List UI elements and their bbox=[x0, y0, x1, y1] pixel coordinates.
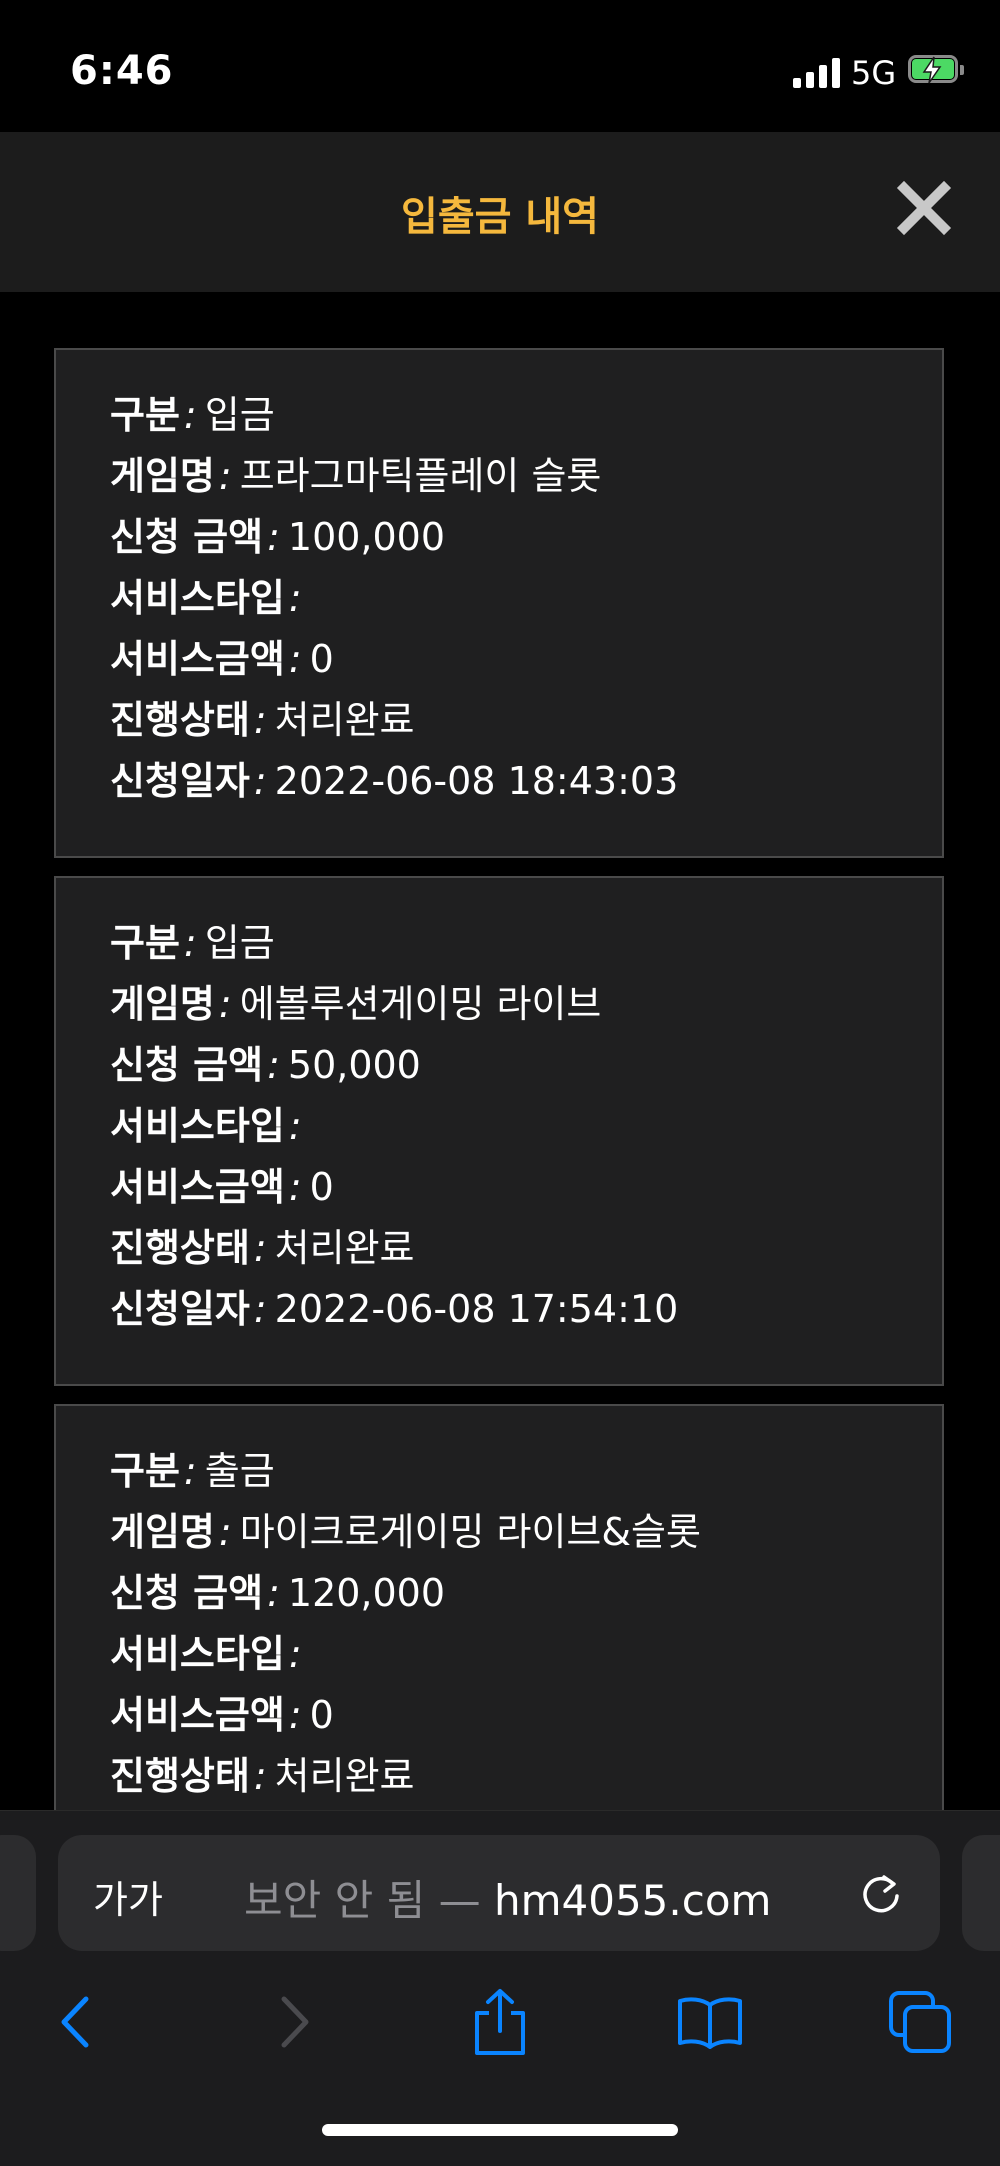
signal-icon bbox=[793, 56, 841, 88]
type-label: 구분 bbox=[110, 393, 180, 437]
battery-icon bbox=[908, 55, 964, 87]
network-type: 5G bbox=[851, 54, 897, 92]
reload-icon[interactable] bbox=[858, 1871, 904, 1917]
service-amount-value: 0 bbox=[309, 1693, 334, 1737]
status-row: 진행상태: 처리완료 bbox=[110, 1226, 415, 1270]
date-value: 2022-06-08 17:54:10 bbox=[274, 1287, 679, 1331]
status-row: 진행상태: 처리완료 bbox=[110, 698, 415, 742]
next-tab-preview[interactable] bbox=[962, 1835, 1000, 1951]
service-amount-label: 서비스금액 bbox=[110, 1165, 285, 1209]
bookmarks-icon[interactable] bbox=[675, 1987, 745, 2057]
share-icon[interactable] bbox=[465, 1987, 535, 2057]
close-icon bbox=[896, 180, 952, 236]
date-label: 신청일자 bbox=[110, 759, 250, 803]
status-label: 진행상태 bbox=[110, 1754, 250, 1798]
status-value: 처리완료 bbox=[274, 1226, 415, 1270]
domain-text: hm4055.com bbox=[493, 1876, 772, 1925]
amount-value: 100,000 bbox=[287, 515, 446, 559]
transaction-card: 구분: 출금 게임명: 마이크로게이밍 라이브&슬롯 신청 금액:120,000 서… bbox=[54, 1404, 944, 1810]
text-size-button[interactable]: 가가 bbox=[93, 1869, 163, 1924]
status-time: 6:46 bbox=[70, 48, 174, 94]
game-row: 게임명: 마이크로게이밍 라이브&슬롯 bbox=[110, 1510, 701, 1554]
service-amount-value: 0 bbox=[309, 1165, 334, 1209]
type-row: 구분: 출금 bbox=[110, 1449, 275, 1493]
amount-row: 신청 금액:120,000 bbox=[110, 1571, 446, 1615]
status-label: 진행상태 bbox=[110, 1226, 250, 1270]
browser-toolbar: 가가 보안 안 됨 — hm4055.com bbox=[0, 1810, 1000, 2166]
type-value: 입금 bbox=[204, 921, 275, 965]
service-amount-label: 서비스금액 bbox=[110, 637, 285, 681]
page-header: 입출금 내역 bbox=[0, 132, 1000, 292]
game-label: 게임명 bbox=[110, 1510, 215, 1554]
page-title: 입출금 내역 bbox=[401, 194, 599, 240]
service-amount-row: 서비스금액:0 bbox=[110, 1165, 334, 1209]
amount-label: 신청 금액 bbox=[110, 515, 264, 559]
date-label: 신청일자 bbox=[110, 1287, 250, 1331]
service-type-row: 서비스타입: bbox=[110, 1632, 302, 1676]
type-value: 입금 bbox=[204, 393, 275, 437]
type-row: 구분: 입금 bbox=[110, 393, 275, 437]
service-amount-label: 서비스금액 bbox=[110, 1693, 285, 1737]
game-label: 게임명 bbox=[110, 454, 215, 498]
amount-row: 신청 금액:100,000 bbox=[110, 515, 446, 559]
service-amount-row: 서비스금액:0 bbox=[110, 637, 334, 681]
status-row: 진행상태: 처리완료 bbox=[110, 1754, 415, 1798]
transaction-list: 구분: 입금 게임명: 프라그마틱플레이 슬롯 신청 금액:100,000 서비스타… bbox=[0, 292, 1000, 1810]
home-indicator[interactable] bbox=[322, 2124, 678, 2136]
insecure-label: 보안 안 됨 — bbox=[244, 1876, 481, 1925]
amount-row: 신청 금액:50,000 bbox=[110, 1043, 421, 1087]
date-value: 2022-06-08 18:43:03 bbox=[274, 759, 679, 803]
back-icon[interactable] bbox=[42, 1987, 112, 2057]
status-label: 진행상태 bbox=[110, 698, 250, 742]
url-text[interactable]: 보안 안 됨 — hm4055.com bbox=[244, 1867, 771, 1928]
type-row: 구분: 입금 bbox=[110, 921, 275, 965]
date-row: 신청일자:2022-06-08 18:43:03 bbox=[110, 759, 679, 803]
service-type-label: 서비스타입 bbox=[110, 1104, 285, 1148]
service-type-row: 서비스타입: bbox=[110, 576, 302, 620]
date-row: 신청일자:2022-06-08 17:54:10 bbox=[110, 1287, 679, 1331]
game-value: 에볼루션게이밍 라이브 bbox=[239, 982, 602, 1026]
amount-label: 신청 금액 bbox=[110, 1043, 264, 1087]
tabs-icon[interactable] bbox=[885, 1987, 955, 2057]
type-value: 출금 bbox=[204, 1449, 275, 1493]
transaction-card: 구분: 입금 게임명: 에볼루션게이밍 라이브 신청 금액:50,000 서비스타입… bbox=[54, 876, 944, 1386]
type-label: 구분 bbox=[110, 1449, 180, 1493]
amount-label: 신청 금액 bbox=[110, 1571, 264, 1615]
address-bar[interactable]: 가가 보안 안 됨 — hm4055.com bbox=[58, 1835, 940, 1951]
service-type-label: 서비스타입 bbox=[110, 576, 285, 620]
game-value: 마이크로게이밍 라이브&슬롯 bbox=[239, 1510, 701, 1554]
type-label: 구분 bbox=[110, 921, 180, 965]
service-amount-value: 0 bbox=[309, 637, 334, 681]
previous-tab-preview[interactable] bbox=[0, 1835, 36, 1951]
amount-value: 50,000 bbox=[287, 1043, 421, 1087]
status-value: 처리완료 bbox=[274, 1754, 415, 1798]
amount-value: 120,000 bbox=[287, 1571, 446, 1615]
game-label: 게임명 bbox=[110, 982, 215, 1026]
transaction-card: 구분: 입금 게임명: 프라그마틱플레이 슬롯 신청 금액:100,000 서비스타… bbox=[54, 348, 944, 858]
status-bar: 6:46 5G bbox=[0, 0, 1000, 132]
status-value: 처리완료 bbox=[274, 698, 415, 742]
game-row: 게임명: 에볼루션게이밍 라이브 bbox=[110, 982, 602, 1026]
game-row: 게임명: 프라그마틱플레이 슬롯 bbox=[110, 454, 602, 498]
close-button[interactable] bbox=[896, 180, 952, 236]
service-type-label: 서비스타입 bbox=[110, 1632, 285, 1676]
forward-icon[interactable] bbox=[258, 1987, 328, 2057]
service-type-row: 서비스타입: bbox=[110, 1104, 302, 1148]
service-amount-row: 서비스금액:0 bbox=[110, 1693, 334, 1737]
game-value: 프라그마틱플레이 슬롯 bbox=[239, 454, 602, 498]
